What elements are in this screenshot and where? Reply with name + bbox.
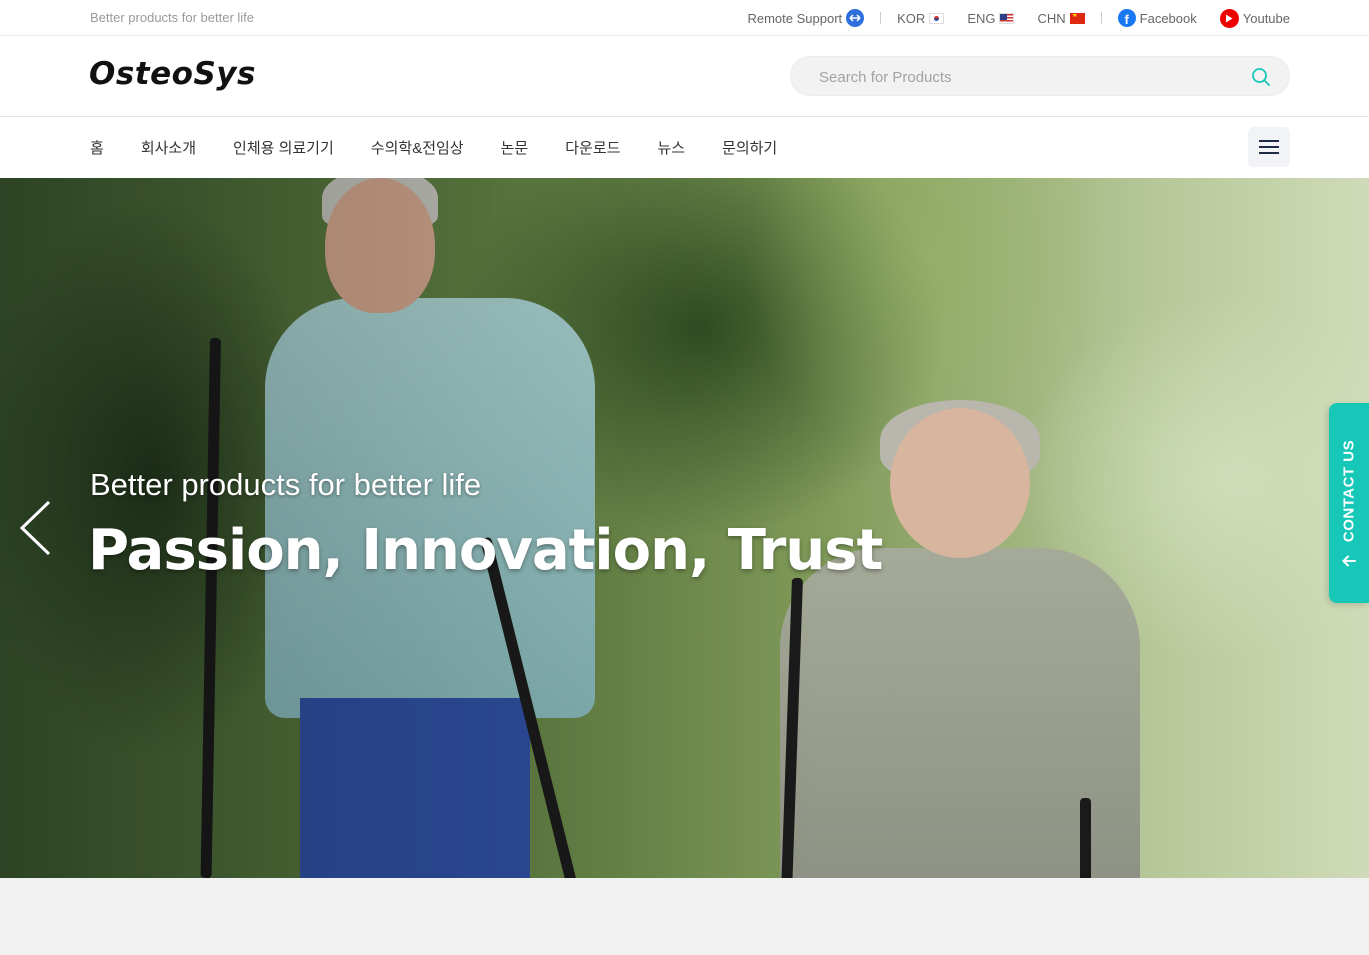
facebook-icon: f	[1117, 9, 1136, 27]
hamburger-icon-line	[1259, 140, 1279, 142]
content-area	[0, 878, 1369, 955]
divider	[1100, 12, 1102, 24]
utility-links: Remote Support KOR ENG CHN f Facebook	[747, 7, 1290, 29]
nav-item-about[interactable]: 회사소개	[141, 137, 196, 158]
nav-item-home[interactable]: 홈	[90, 137, 104, 158]
main-navigation: 홈 회사소개 인체용 의료기기 수의학&전임상 논문 다운로드 뉴스 문의하기	[0, 117, 1369, 178]
lang-kor-label: KOR	[897, 10, 926, 26]
nav-item-papers[interactable]: 논문	[501, 137, 529, 158]
product-search	[790, 56, 1290, 96]
lang-chn-link[interactable]: CHN	[1037, 10, 1085, 26]
nav-item-veterinary[interactable]: 수의학&전임상	[371, 137, 464, 158]
facebook-link[interactable]: f Facebook	[1117, 9, 1197, 27]
remote-support-label: Remote Support	[747, 10, 843, 26]
tagline: Better products for better life	[90, 10, 255, 25]
hero-slider: Better products for better life Passion,…	[0, 178, 1369, 878]
contact-us-tab[interactable]: CONTACT US	[1329, 403, 1369, 603]
hero-title: Passion, Innovation, Trust	[88, 518, 883, 583]
us-flag-icon	[999, 12, 1015, 24]
hamburger-menu-button[interactable]	[1248, 127, 1290, 167]
lang-eng-link[interactable]: ENG	[967, 10, 1015, 26]
hamburger-icon-line	[1259, 152, 1279, 154]
nav-item-downloads[interactable]: 다운로드	[565, 137, 620, 158]
search-input[interactable]	[819, 66, 1239, 88]
site-logo[interactable]: OsteoSys	[89, 56, 256, 92]
korea-flag-icon	[929, 12, 945, 24]
top-utility-bar: Better products for better life Remote S…	[0, 0, 1369, 36]
facebook-label: Facebook	[1139, 10, 1197, 26]
chevron-left-icon[interactable]	[16, 498, 56, 558]
youtube-icon	[1219, 8, 1239, 28]
remote-support-link[interactable]: Remote Support	[747, 9, 865, 27]
hamburger-icon-line	[1259, 146, 1279, 148]
nav-item-news[interactable]: 뉴스	[657, 137, 685, 158]
site-header: OsteoSys	[0, 36, 1369, 117]
hero-subtitle: Better products for better life	[90, 467, 482, 502]
youtube-label: Youtube	[1242, 10, 1290, 26]
contact-us-label: CONTACT US	[1340, 439, 1358, 543]
divider	[880, 12, 882, 24]
lang-eng-label: ENG	[967, 10, 996, 26]
lang-kor-link[interactable]: KOR	[897, 10, 945, 26]
search-icon[interactable]	[1251, 67, 1271, 87]
nav-item-medical-devices[interactable]: 인체용 의료기기	[233, 137, 334, 158]
arrow-left-icon	[1341, 553, 1357, 569]
nav-item-contact[interactable]: 문의하기	[722, 137, 777, 158]
remote-support-icon	[846, 9, 865, 27]
youtube-link[interactable]: Youtube	[1219, 8, 1290, 28]
lang-chn-label: CHN	[1037, 10, 1066, 26]
china-flag-icon	[1069, 12, 1085, 24]
